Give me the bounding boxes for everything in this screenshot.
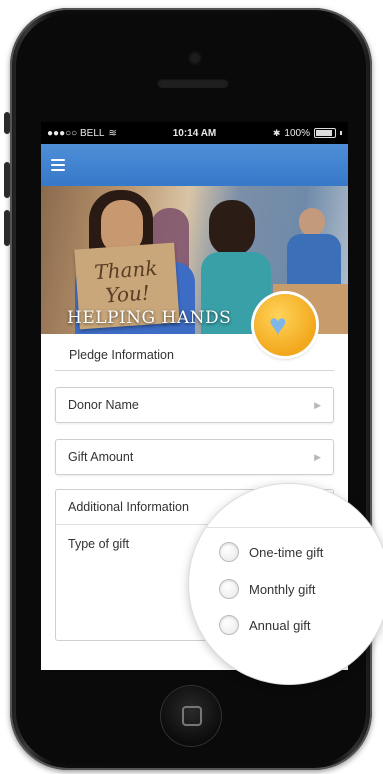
hero-title: HELPING HANDS: [67, 308, 232, 328]
battery-tip-icon: [340, 131, 342, 135]
home-button[interactable]: [161, 686, 221, 746]
divider: [189, 527, 383, 528]
one-time-gift-label: One-time gift: [249, 544, 324, 560]
volunteer-head: [209, 200, 255, 256]
earpiece-speaker: [157, 78, 229, 88]
hamburger-menu-icon[interactable]: [51, 159, 65, 171]
one-time-gift-option[interactable]: One-time gift: [219, 542, 323, 562]
mute-switch: [4, 112, 10, 134]
donor-name-field[interactable]: Donor Name ▶: [55, 387, 334, 423]
volume-up-button: [4, 162, 10, 198]
app-navbar: [41, 144, 348, 186]
gift-amount-field[interactable]: Gift Amount ▶: [55, 439, 334, 475]
battery-percent: 100%: [284, 127, 310, 139]
heart-handshake-icon: ♥: [254, 294, 316, 356]
sign-text: Thank You!: [93, 255, 159, 308]
radio-button[interactable]: [219, 542, 239, 562]
radio-button[interactable]: [219, 579, 239, 599]
wifi-icon: ≋: [108, 127, 117, 139]
type-of-gift-label: Type of gift: [68, 537, 130, 551]
gift-type-magnifier: One-time gift Monthly gift Annual gift: [189, 484, 383, 684]
volume-down-button: [4, 210, 10, 246]
carrier-label: ●●●○○ BELL: [47, 127, 105, 139]
man-head: [299, 208, 325, 236]
monthly-gift-label: Monthly gift: [249, 581, 316, 597]
chevron-right-icon: ▶: [314, 451, 321, 462]
chevron-right-icon: ▶: [314, 399, 321, 410]
front-camera: [190, 53, 200, 63]
monthly-gift-option[interactable]: Monthly gift: [219, 579, 315, 599]
bluetooth-icon: ✱: [272, 127, 281, 138]
donor-name-label: Donor Name: [68, 398, 139, 412]
battery-icon: [314, 128, 336, 138]
heart-icon: ♥: [269, 309, 287, 342]
annual-gift-option[interactable]: Annual gift: [219, 615, 310, 635]
gift-amount-label: Gift Amount: [68, 450, 134, 464]
home-square-icon: [182, 706, 202, 726]
radio-button[interactable]: [219, 615, 239, 635]
status-bar: ●●●○○ BELL ≋ 10:14 AM ✱ 100%: [41, 122, 348, 144]
annual-gift-label: Annual gift: [249, 617, 311, 633]
